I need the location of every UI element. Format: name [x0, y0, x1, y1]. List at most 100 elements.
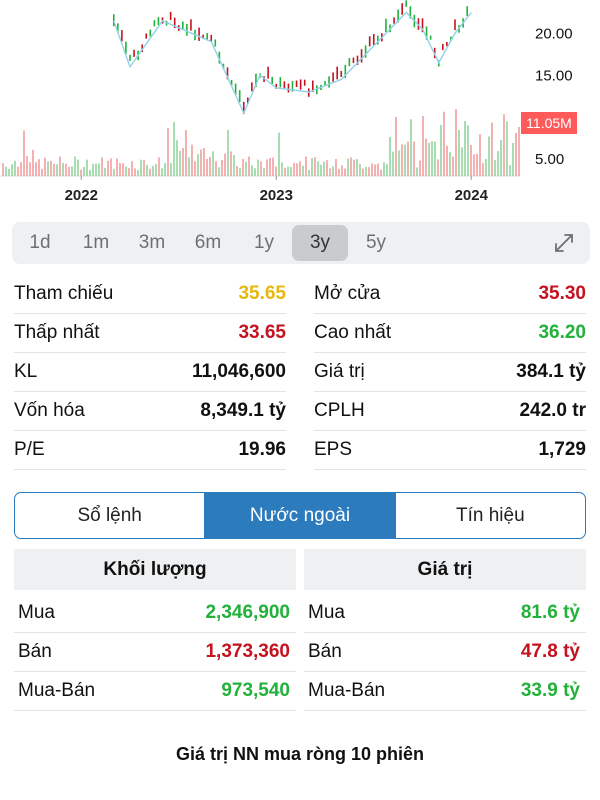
volume-bar [482, 163, 484, 176]
volume-bar [185, 130, 187, 176]
tab-signals[interactable]: Tín hiệu [394, 493, 585, 538]
volume-bar [233, 155, 235, 176]
volume-bar [353, 159, 355, 176]
row-value: 1,373,360 [205, 641, 290, 662]
volume-bar [347, 158, 349, 176]
volume-bar [98, 163, 100, 176]
volume-bar [503, 114, 505, 176]
volume-bar [389, 136, 391, 176]
y-tick-label: 20.00 [535, 26, 573, 43]
volume-bar [32, 149, 34, 176]
volume-bar [209, 156, 211, 176]
volume-bar [263, 168, 265, 176]
volume-bar [92, 163, 94, 176]
price-chart[interactable]: 20.0015.0010.005.00202220232024 11.05M [0, 0, 600, 215]
tab-foreign[interactable]: Nước ngoài [204, 493, 395, 538]
volume-bar [86, 159, 88, 176]
volume-bar [35, 162, 37, 176]
volume-bar [410, 119, 412, 176]
volume-bar [68, 166, 70, 176]
volume-bar [203, 148, 205, 176]
volume-bar [224, 153, 226, 176]
volume-bar [323, 161, 325, 176]
row-value: 2,346,900 [205, 602, 290, 623]
volume-bar [20, 162, 22, 176]
volume-bar [128, 168, 130, 176]
volume-bar [395, 116, 397, 176]
volume-bar [338, 168, 340, 176]
range-5y[interactable]: 5y [348, 225, 404, 261]
volume-bar [281, 162, 283, 176]
tab-order-book[interactable]: Sổ lệnh [15, 493, 204, 538]
volume-bar [470, 144, 472, 176]
row-label: Mua [18, 602, 55, 623]
stat-eps: EPS 1,729 [314, 431, 586, 470]
volume-bar [95, 163, 97, 176]
volume-bar [500, 140, 502, 176]
volume-bar [332, 166, 334, 176]
volume-bar [74, 156, 76, 176]
volume-bar [308, 169, 310, 176]
stat-value: 36.20 [538, 322, 586, 343]
stat-value: 33.65 [238, 322, 286, 343]
volume-bar [23, 130, 25, 176]
volume-bar [197, 154, 199, 176]
stat-label: Mở cửa [314, 283, 381, 304]
row-label: Mua [308, 602, 345, 623]
x-tick-label: 2023 [260, 187, 293, 204]
volume-bar [167, 128, 169, 176]
volume-bar [506, 121, 508, 176]
volume-bar [155, 163, 157, 176]
volume-bar [161, 168, 163, 176]
volume-bar [272, 157, 274, 176]
volume-bar [29, 162, 31, 176]
range-3y[interactable]: 3y [292, 225, 348, 261]
volume-bar [131, 161, 133, 176]
stat-label: EPS [314, 439, 353, 460]
volume-bar [356, 159, 358, 176]
volume-bar [110, 158, 112, 176]
volume-bar [275, 166, 277, 176]
volume-bar [254, 168, 256, 176]
volume-bar [116, 158, 118, 176]
volume-bar [101, 157, 103, 176]
volume-bar [122, 163, 124, 176]
x-tick-label: 2024 [455, 187, 489, 204]
volume-bar [194, 161, 196, 176]
volume-bar [488, 136, 490, 176]
range-6m[interactable]: 6m [180, 225, 236, 261]
expand-icon[interactable] [552, 231, 576, 255]
volume-bar [65, 163, 67, 176]
volume-bar [317, 161, 319, 176]
volume-bar [473, 154, 475, 176]
volume-bar [407, 141, 409, 176]
range-1m[interactable]: 1m [68, 225, 124, 261]
volume-header: Khối lượng [14, 549, 296, 590]
volume-bar [458, 129, 460, 176]
volume-bar [518, 127, 520, 176]
range-1y[interactable]: 1y [236, 225, 292, 261]
volume-bar [428, 142, 430, 176]
volume-bar [47, 161, 49, 176]
volume-bar [173, 121, 175, 176]
volume-bar [53, 163, 55, 176]
volume-bar [188, 157, 190, 176]
detail-tabs: Sổ lệnh Nước ngoài Tín hiệu [14, 492, 586, 539]
volume-bar [509, 165, 511, 176]
volume-bar [2, 163, 4, 176]
volume-bar [320, 164, 322, 176]
volume-bar [416, 167, 418, 176]
volume-bar [83, 166, 85, 176]
range-3m[interactable]: 3m [124, 225, 180, 261]
foreign-volume-net: Mua-Bán 973,540 [14, 672, 296, 711]
volume-bar [143, 159, 145, 176]
volume-bar [17, 166, 19, 176]
volume-bar [392, 151, 394, 176]
stat-label: Vốn hóa [14, 400, 85, 421]
stat-value: 242.0 tr [519, 400, 586, 421]
volume-bar [386, 163, 388, 176]
volume-badge: 11.05M [521, 112, 577, 134]
volume-bar [278, 132, 280, 176]
volume-bar [71, 166, 73, 176]
range-1d[interactable]: 1d [12, 225, 68, 261]
